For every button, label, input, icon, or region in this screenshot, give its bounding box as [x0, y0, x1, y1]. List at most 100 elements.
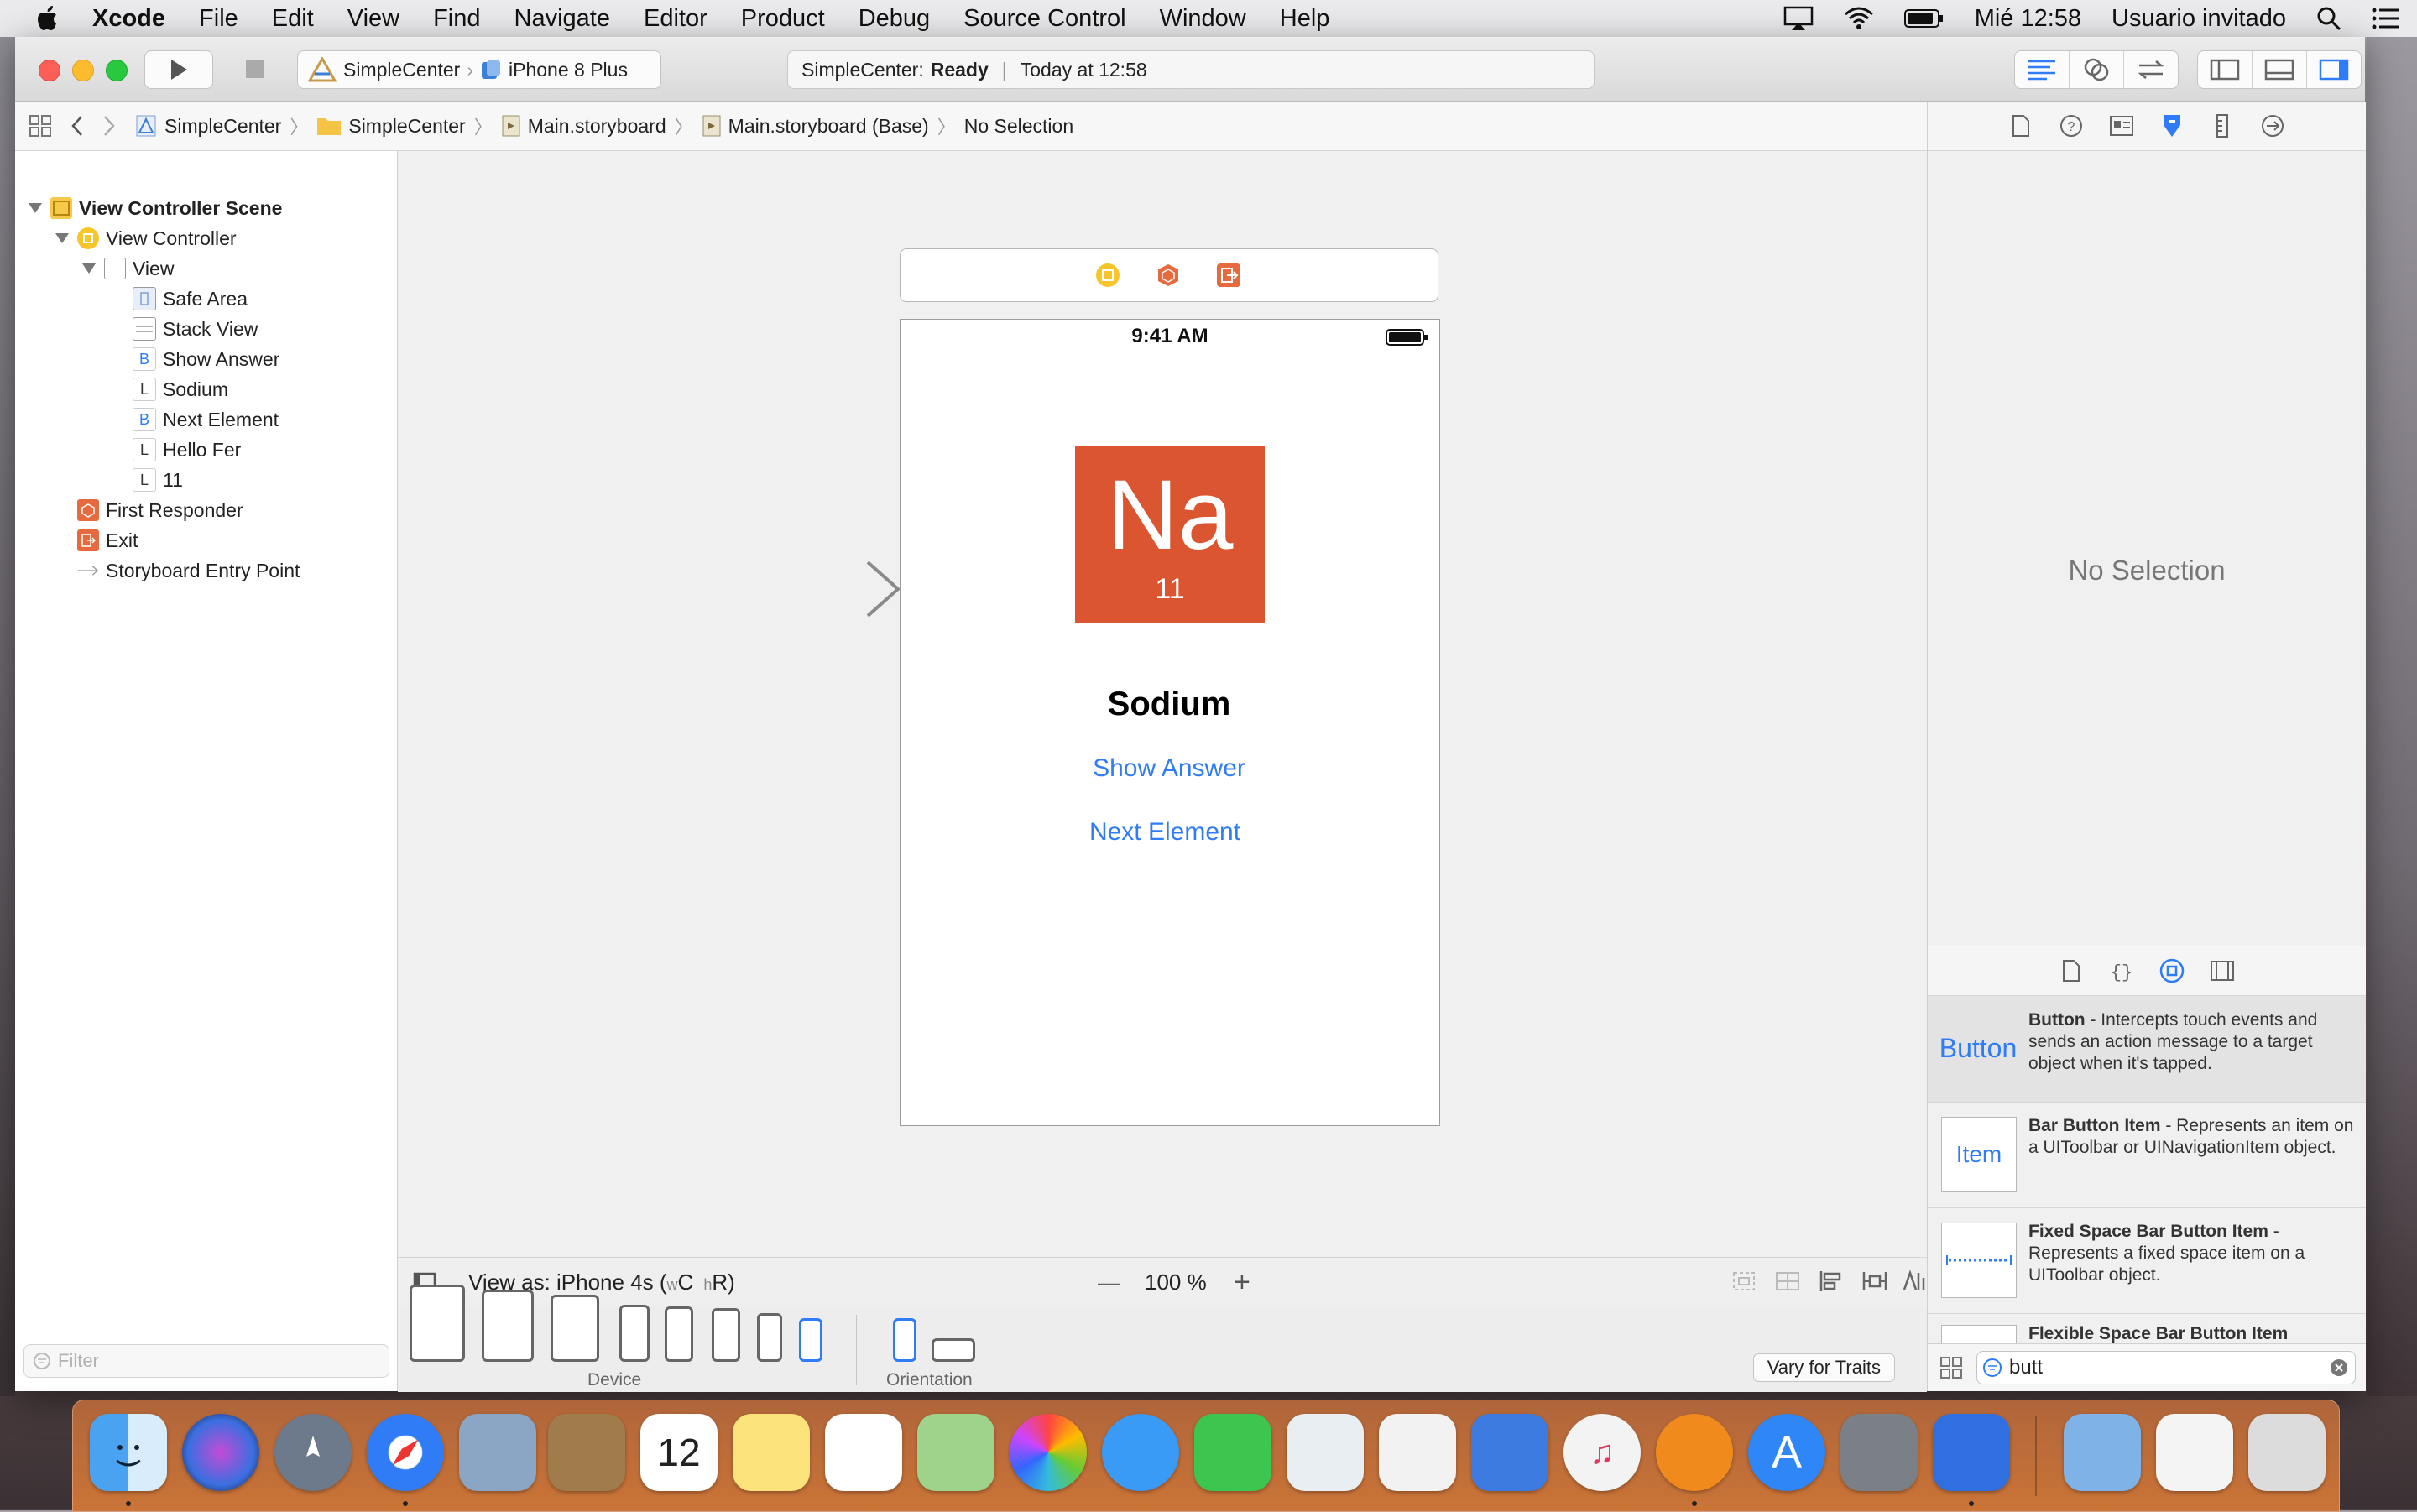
close-window-button[interactable]	[39, 60, 60, 81]
battery-icon[interactable]	[1903, 8, 1945, 29]
system-preferences-dock-icon[interactable]	[1840, 1414, 1918, 1491]
menu-user[interactable]: Usuario invitado	[2112, 5, 2286, 33]
outline-entry-point-row[interactable]: Storyboard Entry Point	[77, 555, 300, 586]
contacts-dock-icon[interactable]	[548, 1414, 625, 1491]
wifi-icon[interactable]	[1844, 7, 1874, 30]
toggle-navigator-button[interactable]	[2198, 51, 2253, 88]
outline-next-element-row[interactable]: B Next Element	[133, 404, 279, 435]
disclosure-triangle-icon[interactable]	[54, 230, 70, 247]
menu-help[interactable]: Help	[1280, 5, 1330, 33]
file-template-library-icon[interactable]	[2046, 946, 2096, 995]
outline-view-controller-row[interactable]: View Controller	[54, 223, 237, 253]
assistant-editor-button[interactable]	[2070, 51, 2124, 88]
version-editor-button[interactable]	[2124, 51, 2178, 88]
outline-show-answer-row[interactable]: B Show Answer	[133, 344, 279, 374]
outline-safe-area-row[interactable]: Safe Area	[133, 284, 248, 314]
apple-menu-icon[interactable]	[30, 0, 67, 37]
file-inspector-icon[interactable]	[1996, 102, 2046, 150]
toggle-utilities-button[interactable]	[2307, 51, 2361, 88]
finder-dock-icon[interactable]	[90, 1414, 167, 1491]
outline-sodium-row[interactable]: L Sodium	[133, 374, 228, 404]
ibooks-dock-icon[interactable]	[1656, 1414, 1733, 1491]
device-iphone-4s-icon[interactable]	[799, 1318, 822, 1362]
library-item-flexible-space[interactable]: Flexible Space Bar Button Item	[1928, 1313, 2366, 1343]
reminders-dock-icon[interactable]	[825, 1414, 902, 1491]
device-ipad-pro-9-icon[interactable]	[551, 1295, 599, 1362]
toggle-debug-area-button[interactable]	[2253, 51, 2307, 88]
media-library-icon[interactable]	[2197, 946, 2247, 995]
menu-window[interactable]: Window	[1160, 5, 1246, 33]
align-constraints-icon[interactable]	[1818, 1270, 1845, 1299]
siri-dock-icon[interactable]	[182, 1414, 259, 1491]
menu-navigate[interactable]: Navigate	[514, 5, 610, 33]
add-constraints-icon[interactable]	[1861, 1270, 1888, 1299]
zoom-in-button[interactable]: +	[1234, 1266, 1250, 1299]
breadcrumb-storyboard[interactable]: Main.storyboard 〉	[501, 112, 693, 139]
exit-dock-icon[interactable]	[1216, 263, 1241, 292]
device-iphone-se-icon[interactable]	[757, 1313, 782, 1362]
spotlight-search-icon[interactable]	[2316, 6, 2341, 31]
outline-number-row[interactable]: L 11	[133, 465, 183, 495]
numbers-dock-icon[interactable]	[1379, 1414, 1456, 1491]
element-tile[interactable]: Na 11	[1075, 446, 1265, 623]
library-item-fixed-space[interactable]: Fixed Space Bar Button Item - Represents…	[1928, 1207, 2366, 1314]
maps-dock-icon[interactable]	[917, 1414, 994, 1491]
downloads-folder-dock-icon[interactable]	[2064, 1414, 2141, 1491]
launchpad-dock-icon[interactable]	[274, 1414, 352, 1491]
minimize-window-button[interactable]	[72, 60, 94, 81]
disclosure-triangle-icon[interactable]	[27, 200, 44, 216]
library-item-button[interactable]: Button Button - Intercepts touch events …	[1928, 996, 2366, 1103]
next-element-button[interactable]: Next Element	[901, 818, 1429, 847]
show-answer-button[interactable]: Show Answer	[901, 754, 1438, 783]
mail-dock-icon[interactable]	[459, 1414, 536, 1491]
calendar-dock-icon[interactable]: 12	[640, 1414, 718, 1491]
breadcrumb-selection[interactable]: No Selection	[964, 115, 1073, 138]
library-item-bar-button-item[interactable]: Item Bar Button Item - Represents an ite…	[1928, 1102, 2366, 1208]
forward-arrow-icon[interactable]	[102, 114, 116, 138]
menu-view[interactable]: View	[347, 5, 399, 33]
menu-debug[interactable]: Debug	[859, 5, 930, 33]
breadcrumb-storyboard-base[interactable]: Main.storyboard (Base) 〉	[702, 112, 956, 139]
outline-scene-row[interactable]: View Controller Scene	[27, 193, 282, 223]
photos-dock-icon[interactable]	[1010, 1414, 1087, 1491]
pages-dock-icon[interactable]	[1287, 1414, 1364, 1491]
standard-editor-button[interactable]	[2015, 51, 2070, 88]
scheme-selector[interactable]: SimpleCenter › iPhone 8 Plus	[297, 50, 661, 89]
identity-inspector-icon[interactable]	[2096, 102, 2147, 150]
menu-find[interactable]: Find	[433, 5, 480, 33]
outline-hello-fer-row[interactable]: L Hello Fer	[133, 435, 241, 465]
device-iphone-x-icon[interactable]	[665, 1306, 693, 1362]
messages-dock-icon[interactable]	[1102, 1414, 1179, 1491]
device-iphone-8-icon[interactable]	[712, 1308, 740, 1362]
element-name-label[interactable]: Sodium	[901, 686, 1438, 723]
airplay-icon[interactable]	[1783, 6, 1814, 31]
object-library-icon[interactable]	[2147, 946, 2197, 995]
connections-inspector-icon[interactable]	[2247, 102, 2298, 150]
vary-for-traits-button[interactable]: Vary for Traits	[1752, 1353, 1895, 1382]
notes-dock-icon[interactable]	[733, 1414, 810, 1491]
recent-documents-dock-icon[interactable]	[2156, 1414, 2233, 1491]
storyboard-canvas[interactable]: 9:41 AM Na 11 Sodium Show Answer Next El…	[398, 151, 1927, 1306]
library-grid-view-icon[interactable]	[1939, 1356, 1963, 1384]
safari-dock-icon[interactable]	[367, 1414, 444, 1491]
run-button[interactable]	[144, 50, 213, 89]
back-arrow-icon[interactable]	[70, 114, 84, 138]
device-ipad-pro-12-icon[interactable]	[410, 1285, 465, 1362]
clear-search-icon[interactable]	[2330, 1358, 2348, 1383]
first-responder-dock-icon[interactable]	[1156, 263, 1181, 292]
trash-dock-icon[interactable]	[2248, 1414, 2326, 1491]
breadcrumb-project[interactable]: SimpleCenter 〉	[134, 112, 308, 139]
stack-view-button-icon[interactable]	[1774, 1270, 1801, 1299]
menu-edit[interactable]: Edit	[272, 5, 314, 33]
menu-source-control[interactable]: Source Control	[963, 5, 1125, 33]
iphone-scene-view[interactable]: 9:41 AM Na 11 Sodium Show Answer Next El…	[900, 319, 1440, 1126]
outline-first-responder-row[interactable]: First Responder	[77, 495, 243, 525]
zoom-window-button[interactable]	[106, 60, 128, 81]
notification-center-icon[interactable]	[2372, 7, 2400, 30]
attributes-inspector-icon[interactable]	[2147, 102, 2197, 150]
quick-help-icon[interactable]: ?	[2046, 102, 2096, 150]
menu-product[interactable]: Product	[741, 5, 825, 33]
orientation-portrait-icon[interactable]	[893, 1318, 916, 1362]
zoom-out-button[interactable]: —	[1098, 1270, 1120, 1296]
outline-stack-view-row[interactable]: Stack View	[133, 314, 258, 344]
